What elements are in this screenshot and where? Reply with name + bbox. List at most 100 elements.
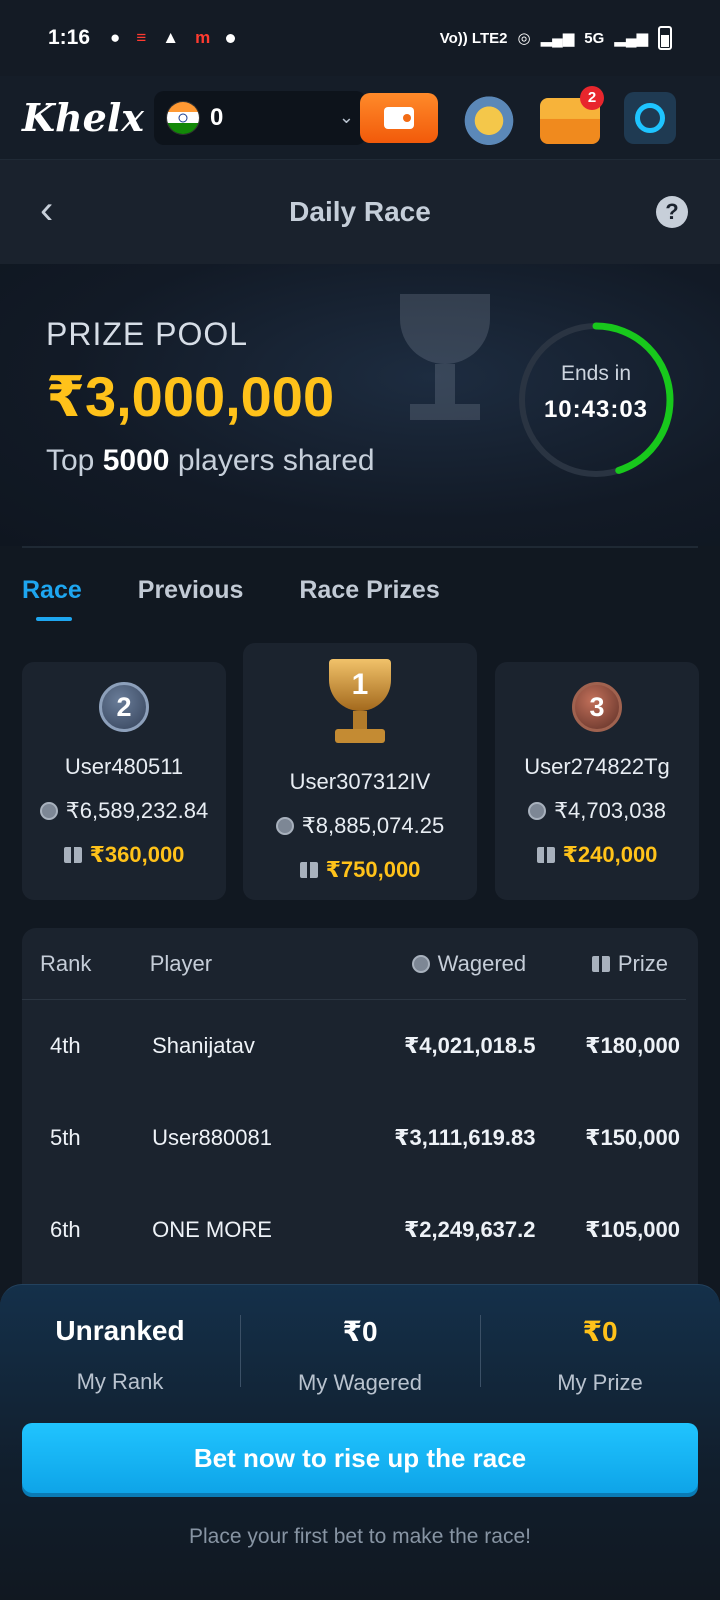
podium-wagered: ₹4,703,038 xyxy=(495,798,699,824)
my-rank-label: My Rank xyxy=(76,1369,164,1394)
help-button[interactable]: ? xyxy=(656,196,688,228)
row-prize: ₹150,000 xyxy=(585,1125,680,1150)
coins-icon xyxy=(411,954,430,973)
chevron-down-icon: ⌄ xyxy=(338,107,354,127)
gift-icon xyxy=(299,862,318,878)
treasure-jar-icon[interactable] xyxy=(462,90,516,145)
prize-pool-label: PRIZE POOL xyxy=(46,316,249,352)
my-rank-value: Unranked xyxy=(55,1315,185,1346)
status-left: 1:16 ● ≡ ▲ m xyxy=(48,26,236,50)
balance-selector[interactable]: 0 ⌄ xyxy=(154,90,366,145)
players-count: 5000 xyxy=(102,444,170,477)
status-bar: 1:16 ● ≡ ▲ m Vo)) LTE2 ◎ ▂▄▆ 5G ▂▄▆ xyxy=(0,0,720,76)
gift-icon xyxy=(591,955,610,972)
header-wagered: Wagered xyxy=(350,951,526,977)
table-header: Rank Player Wagered Prize xyxy=(22,928,686,1000)
my-wagered-stat: ₹0 My Wagered xyxy=(240,1309,480,1437)
app-header: Khelx 0 ⌄ 2 xyxy=(0,76,720,160)
header-prize: Prize xyxy=(526,951,668,977)
row-rank: 4th xyxy=(50,1033,81,1058)
row-prize: ₹180,000 xyxy=(585,1033,680,1058)
hotspot-icon: ◎ xyxy=(517,30,531,47)
podium-prize: ₹240,000 xyxy=(495,842,699,868)
podium-wagered: ₹8,885,074.25 xyxy=(243,813,477,839)
notification-badge: 2 xyxy=(580,85,604,110)
signal-icon: ▂▄▆ xyxy=(540,30,575,47)
table-row[interactable]: 5th User880081 ₹3,111,619.83 ₹150,000 xyxy=(22,1092,698,1184)
coins-icon xyxy=(39,802,58,820)
balance-value: 0 xyxy=(210,103,224,131)
app-notification-icon-2: m xyxy=(195,28,211,47)
table-row[interactable]: 4th Shanijatav ₹4,021,018.5 ₹180,000 xyxy=(22,1000,698,1092)
podium-second[interactable]: 2 User480511 ₹6,589,232.84 ₹360,000 xyxy=(22,662,226,900)
battery-icon xyxy=(658,26,672,50)
my-wagered-value: ₹0 xyxy=(342,1316,378,1347)
status-notification-icons: ● ≡ ▲ m xyxy=(110,28,236,48)
reward-chest-icon[interactable]: 2 xyxy=(540,85,604,144)
podium-prize: ₹750,000 xyxy=(243,857,477,883)
network-label: 5G xyxy=(584,29,605,47)
prize-pool-hero: PRIZE POOL ₹3,000,000 Top 5000 players s… xyxy=(0,264,720,546)
more-dot-icon xyxy=(226,33,236,43)
my-prize-value: ₹0 xyxy=(582,1316,618,1347)
table-row[interactable]: 6th ONE MORE ₹2,249,637.2 ₹105,000 xyxy=(22,1184,698,1276)
gold-trophy-icon: 1 xyxy=(315,659,405,749)
podium-name: User480511 xyxy=(64,754,184,779)
avatar[interactable] xyxy=(624,91,676,144)
volte-label: Vo)) LTE2 xyxy=(439,29,508,47)
row-rank: 6th xyxy=(50,1217,81,1242)
tab-race-prizes[interactable]: Race Prizes xyxy=(299,576,439,605)
cta-note: Place your first bet to make the race! xyxy=(189,1525,531,1548)
podium-wagered: ₹6,589,232.84 xyxy=(22,798,226,824)
page-title: Daily Race xyxy=(289,196,431,227)
gift-icon xyxy=(63,847,82,863)
gift-icon xyxy=(536,847,555,863)
row-wagered: ₹3,111,619.83 xyxy=(394,1125,536,1150)
tab-race[interactable]: Race xyxy=(22,576,82,621)
row-wagered: ₹4,021,018.5 xyxy=(403,1033,536,1058)
row-rank: 5th xyxy=(50,1125,81,1150)
timer-value: 10:43:03 xyxy=(543,396,649,423)
my-prize-label: My Prize xyxy=(557,1370,643,1395)
coins-icon xyxy=(275,817,294,835)
tab-previous[interactable]: Previous xyxy=(138,576,244,605)
podium-prize: ₹360,000 xyxy=(22,842,226,868)
silver-medal-icon: 2 xyxy=(99,682,149,732)
timer-label: Ends in xyxy=(560,362,632,385)
my-stats: Unranked My Rank ₹0 My Wagered ₹0 My Pri… xyxy=(0,1309,720,1437)
bell-icon: ▲ xyxy=(162,28,180,47)
signal-icon-2: ▂▄▆ xyxy=(614,30,648,47)
status-time: 1:16 xyxy=(48,26,91,49)
podium-third[interactable]: 3 User274822Tg ₹4,703,038 ₹240,000 xyxy=(495,662,699,900)
countdown-timer: Ends in 10:43:03 xyxy=(516,320,676,480)
title-bar: ‹ Daily Race ? xyxy=(0,160,720,264)
row-prize: ₹105,000 xyxy=(585,1217,680,1242)
row-player: Shanijatav xyxy=(152,1033,255,1058)
podium-name: User307312IV xyxy=(289,769,431,794)
podium-name: User274822Tg xyxy=(524,754,670,779)
row-player: ONE MORE xyxy=(152,1217,272,1242)
race-tabs: Race Previous Race Prizes xyxy=(22,560,440,621)
podium-first[interactable]: 1 User307312IV ₹8,885,074.25 ₹750,000 xyxy=(243,643,477,900)
header-rank: Rank xyxy=(40,950,92,976)
my-race-panel: Unranked My Rank ₹0 My Wagered ₹0 My Pri… xyxy=(0,1284,720,1600)
my-wagered-label: My Wagered xyxy=(298,1370,422,1395)
wallet-button[interactable] xyxy=(360,92,438,143)
my-prize-stat: ₹0 My Prize xyxy=(480,1309,720,1437)
my-rank-stat: Unranked My Rank xyxy=(0,1309,240,1437)
row-wagered: ₹2,249,637.2 xyxy=(403,1217,536,1242)
bet-now-button[interactable]: Bet now to rise up the race xyxy=(22,1423,698,1493)
chat-icon: ● xyxy=(110,28,121,47)
row-player: User880081 xyxy=(152,1125,272,1150)
india-flag-icon xyxy=(166,100,200,135)
divider xyxy=(22,546,698,548)
prize-pool-amount: ₹3,000,000 xyxy=(46,365,335,428)
back-button[interactable]: ‹ xyxy=(40,190,53,230)
app-notification-icon: ≡ xyxy=(136,28,147,47)
logo[interactable]: Khelx xyxy=(22,95,154,140)
coins-icon xyxy=(528,802,547,820)
prize-pool-subtitle: Top 5000 players shared xyxy=(46,444,375,477)
wallet-icon xyxy=(384,106,414,129)
bronze-medal-icon: 3 xyxy=(572,682,622,732)
status-right: Vo)) LTE2 ◎ ▂▄▆ 5G ▂▄▆ xyxy=(440,26,672,50)
